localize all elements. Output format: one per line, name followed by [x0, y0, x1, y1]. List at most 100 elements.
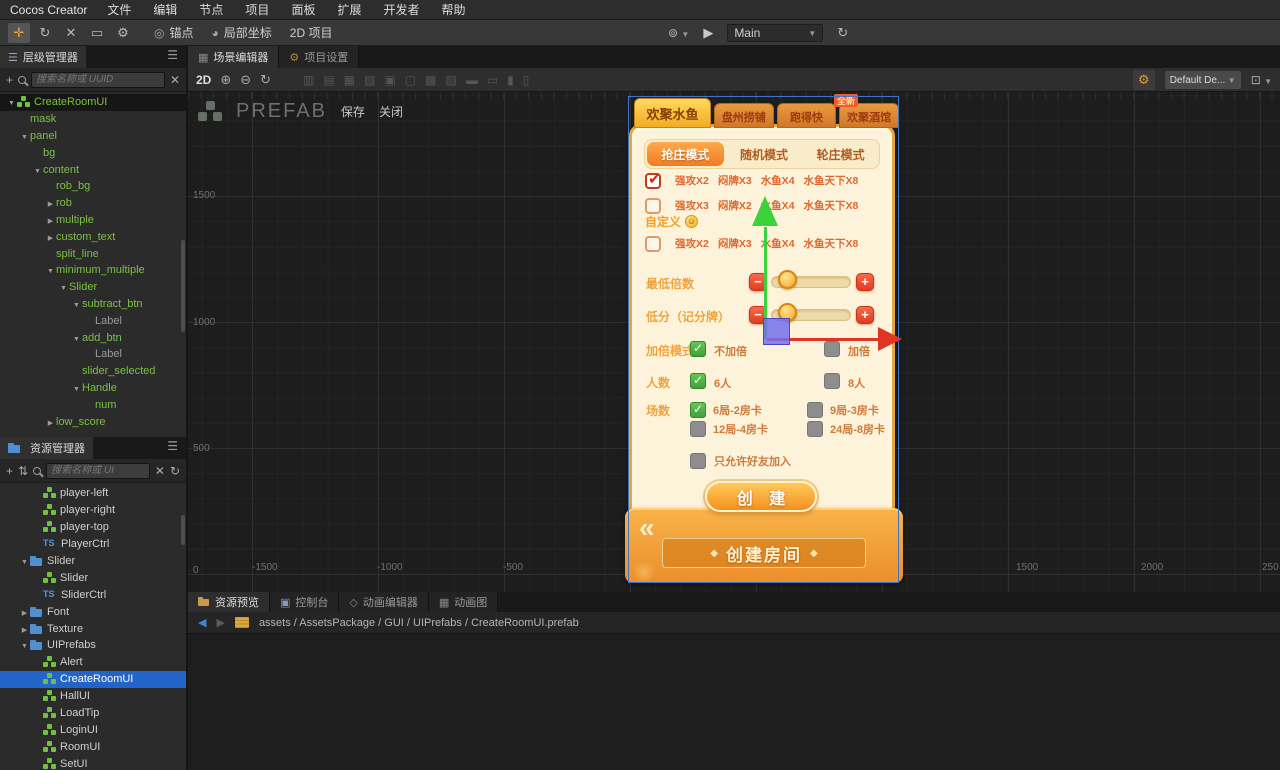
back-chevron-icon[interactable] [639, 512, 655, 544]
tab-scene-editor[interactable]: ▦ 场景编辑器 [188, 46, 279, 68]
option-checkbox[interactable] [824, 341, 840, 357]
bottom-tab[interactable]: 动画图 [429, 592, 498, 612]
hierarchy-node[interactable]: minimum_multiple [0, 262, 186, 279]
plus-button[interactable]: + [856, 273, 874, 291]
hierarchy-node[interactable]: num [0, 396, 186, 413]
gizmo-center-handle[interactable] [763, 318, 790, 345]
asset-item[interactable]: Font [0, 603, 186, 620]
view-mode-icon[interactable]: ⊡ ▼ [1251, 73, 1272, 87]
hierarchy-node[interactable]: rob_bg [0, 178, 186, 195]
bottom-tab[interactable]: 动画编辑器 [339, 592, 428, 612]
refresh-button[interactable]: ↻ [837, 25, 848, 41]
asset-item[interactable]: LoadTip [0, 705, 186, 722]
search-icon[interactable] [33, 467, 41, 475]
asset-item[interactable]: Texture [0, 620, 186, 637]
local-coords-toggle[interactable]: ◕ 局部坐标 [212, 24, 272, 41]
hierarchy-node[interactable]: add_btn [0, 329, 186, 346]
hierarchy-node[interactable]: custom_text [0, 228, 186, 245]
move-tool-button[interactable]: ✛ [8, 23, 30, 43]
sort-icon[interactable]: ⇅ [18, 464, 28, 478]
asset-item[interactable]: LoginUI [0, 721, 186, 738]
plus-button[interactable]: + [856, 306, 874, 324]
align-icon[interactable]: ▢ [405, 73, 416, 87]
menu-item[interactable]: 项目 [245, 1, 269, 18]
option-checkbox[interactable] [690, 373, 706, 389]
assets-search-input[interactable] [46, 463, 150, 479]
bottom-tab[interactable]: 资源预览 [188, 592, 270, 612]
hierarchy-menu-icon[interactable]: ☰ [159, 46, 186, 68]
mode-2d-button[interactable]: 2D [196, 73, 211, 87]
hierarchy-node[interactable]: bg [0, 144, 186, 161]
friends-only-checkbox[interactable] [690, 453, 706, 469]
scale-tool-button[interactable]: ✕ [60, 23, 82, 43]
slider-handle[interactable] [778, 270, 797, 289]
hierarchy-node[interactable]: multiple [0, 212, 186, 229]
menu-item[interactable]: 编辑 [153, 1, 177, 18]
expand-arrow-icon[interactable] [19, 639, 30, 651]
anchor-toggle[interactable]: ◎ 锚点 [154, 24, 194, 41]
game-tab[interactable]: 欢聚水鱼 [634, 98, 711, 128]
align-icon[interactable]: ▦ [344, 73, 355, 87]
scene-select[interactable]: Main ▼ [727, 24, 823, 42]
device-select[interactable]: ⊚ ▼ [668, 26, 689, 40]
zoom-in-icon[interactable]: ⊕ [220, 72, 231, 88]
expand-arrow-icon[interactable] [19, 606, 30, 618]
align-icon[interactable]: ▭ [487, 73, 498, 87]
hierarchy-node[interactable]: CreateRoomUI [0, 94, 186, 111]
gizmo-x-arrow-icon[interactable] [878, 327, 902, 351]
expand-arrow-icon[interactable] [58, 281, 69, 293]
expand-arrow-icon[interactable] [45, 197, 56, 209]
asset-item[interactable]: player-right [0, 502, 186, 519]
align-icon[interactable]: ▬ [466, 73, 478, 87]
asset-item[interactable]: Slider [0, 569, 186, 586]
expand-arrow-icon[interactable] [32, 164, 43, 176]
refresh-assets-icon[interactable]: ↻ [170, 464, 180, 478]
align-icon[interactable]: ▨ [445, 73, 456, 87]
round-checkbox[interactable] [690, 421, 706, 437]
add-node-button[interactable]: + [6, 73, 13, 87]
mode-tab[interactable]: 轮庄模式 [802, 140, 879, 168]
expand-arrow-icon[interactable] [71, 382, 82, 394]
expand-arrow-icon[interactable] [45, 264, 56, 276]
expand-arrow-icon[interactable] [19, 555, 30, 567]
menu-item[interactable]: 节点 [199, 1, 223, 18]
asset-item[interactable]: RoomUI [0, 738, 186, 755]
assets-scrollbar[interactable] [181, 515, 185, 545]
hierarchy-node[interactable]: Label [0, 312, 186, 329]
option-checkbox[interactable] [824, 373, 840, 389]
expand-arrow-icon[interactable] [45, 416, 56, 428]
hierarchy-node[interactable]: rob [0, 195, 186, 212]
asset-item[interactable]: Slider [0, 553, 186, 570]
hierarchy-node[interactable]: split_line [0, 245, 186, 262]
hierarchy-node[interactable]: low_score [0, 413, 186, 430]
rule-checkbox[interactable] [645, 173, 661, 189]
option-checkbox[interactable] [690, 341, 706, 357]
expand-arrow-icon[interactable] [45, 231, 56, 243]
hierarchy-node[interactable]: Handle [0, 380, 186, 397]
hierarchy-node[interactable]: subtract_btn [0, 296, 186, 313]
asset-item[interactable]: player-left [0, 485, 186, 502]
gizmo-y-arrow-icon[interactable] [752, 196, 778, 226]
expand-arrow-icon[interactable] [19, 130, 30, 142]
scene-canvas[interactable]: 150010005000 -1500-1000-50015002000250 P… [188, 92, 1280, 592]
expand-arrow-icon[interactable] [45, 214, 56, 226]
asset-item[interactable]: UIPrefabs [0, 637, 186, 654]
forward-arrow-icon[interactable]: ▶ [216, 616, 224, 629]
rule-checkbox[interactable] [645, 236, 661, 252]
align-icon[interactable]: ▩ [425, 73, 436, 87]
prefab-close-button[interactable]: 关闭 [379, 103, 403, 120]
align-icon[interactable]: ▯ [523, 73, 530, 87]
menu-item[interactable]: 文件 [107, 1, 131, 18]
hierarchy-node[interactable]: content [0, 161, 186, 178]
game-tab[interactable]: 跑得快 [777, 103, 837, 128]
align-icon[interactable]: ▤ [323, 73, 334, 87]
menu-item[interactable]: 面板 [291, 1, 315, 18]
expand-arrow-icon[interactable] [6, 96, 17, 108]
camera-preset-select[interactable]: Default De... ▼ [1165, 71, 1241, 89]
hierarchy-search-input[interactable] [31, 72, 165, 88]
game-tab[interactable]: 盘州捞铺 [714, 103, 774, 128]
hierarchy-tab[interactable]: ☰ 层级管理器 [0, 46, 86, 68]
asset-item[interactable]: HallUI [0, 688, 186, 705]
hierarchy-node[interactable]: slider_selected [0, 363, 186, 380]
add-asset-button[interactable]: + [6, 464, 13, 478]
